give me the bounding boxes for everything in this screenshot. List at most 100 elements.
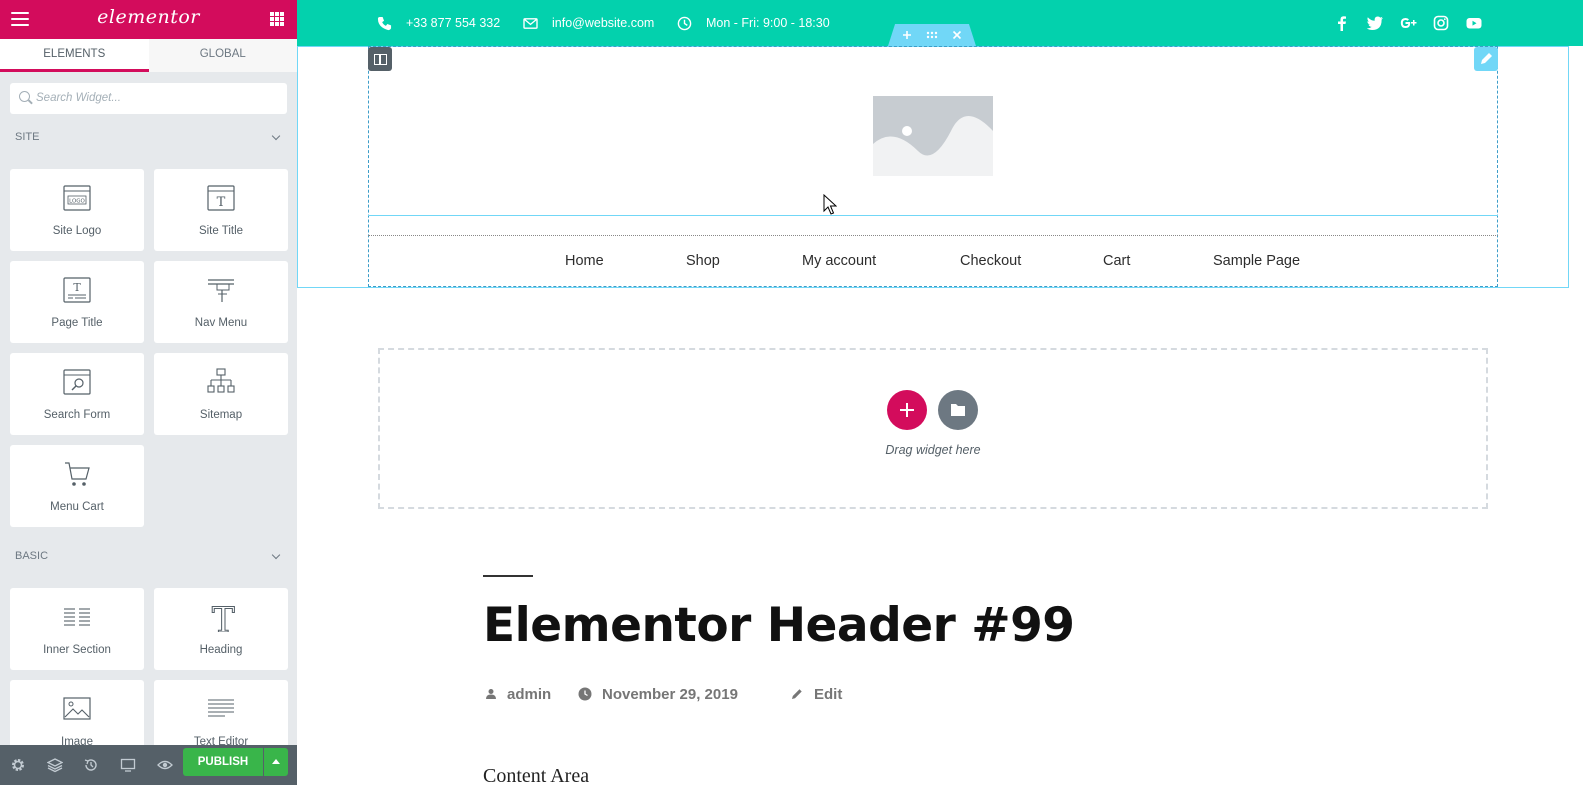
history-icon[interactable] [83,757,99,773]
site-logo-placeholder[interactable] [873,96,993,176]
search-icon [19,91,30,102]
svg-text:T: T [212,601,235,632]
tab-global[interactable]: GLOBAL [148,39,297,72]
widget-label: Inner Section [43,644,111,656]
cart-icon [65,462,90,486]
user-icon [486,689,496,699]
add-section-icon[interactable] [900,28,914,42]
columns-icon [64,608,90,626]
heading-icon: T [211,600,235,632]
widget-inner-section[interactable]: Inner Section [10,588,144,670]
widget-search-form[interactable]: Search Form [10,353,144,435]
clock-icon [677,16,692,30]
preview-canvas: +33 877 554 332 info@website.com Mon - F… [297,0,1583,785]
widget-search [10,83,287,114]
widget-label: Heading [199,644,243,656]
post-author[interactable]: admin [485,685,551,703]
elementor-logo: elementor [97,6,200,28]
add-new-section-button[interactable] [887,390,927,430]
category-site[interactable]: SITE [15,131,285,147]
instagram-icon[interactable] [1432,14,1450,32]
phone-icon [377,16,392,30]
widget-label: Site Title [198,225,244,237]
category-basic[interactable]: BASIC [15,550,285,566]
email-text: info@website.com [552,16,655,30]
folder-icon [951,404,965,416]
svg-text:T: T [217,195,226,210]
google-plus-icon[interactable] [1399,14,1417,32]
date-text: November 29, 2019 [602,685,738,703]
widget-nav-menu[interactable]: Nav Menu [154,261,288,343]
widget-label: Sitemap [199,409,243,421]
chevron-down-icon [271,550,281,560]
nav-item-sample-page[interactable]: Sample Page [1213,253,1300,269]
facebook-icon[interactable] [1333,14,1351,32]
panel-tabs: ELEMENTS GLOBAL [0,39,297,72]
settings-icon[interactable] [10,757,26,773]
responsive-icon[interactable] [120,757,136,773]
post-date[interactable]: November 29, 2019 [578,685,738,703]
publish-options-button[interactable] [264,748,288,776]
search-input[interactable] [36,88,276,108]
svg-text:LOGO: LOGO [69,199,85,205]
youtube-icon[interactable] [1465,14,1483,32]
edit-widget-button[interactable] [1474,47,1498,71]
tab-elements[interactable]: ELEMENTS [0,39,149,72]
page-title: Elementor Header #99 [483,598,1075,653]
widget-sitemap[interactable]: Sitemap [154,353,288,435]
drag-widget-hint: Drag widget here [885,443,981,457]
section-handle [888,24,976,46]
nav-item-cart[interactable]: Cart [1103,253,1130,269]
nav-item-checkout[interactable]: Checkout [960,253,1021,269]
elementor-editor: elementor ELEMENTS GLOBAL SITE LOGO Site… [0,0,1583,785]
apps-grid-icon[interactable] [270,12,284,26]
hours-text: Mon - Fri: 9:00 - 18:30 [706,16,830,30]
nav-item-my-account[interactable]: My account [802,253,876,269]
image-icon [63,697,91,720]
twitter-icon[interactable] [1366,14,1384,32]
widget-label: Menu Cart [50,501,104,513]
topbar-email: info@website.com [523,15,654,31]
widget-label: Page Title [51,317,103,329]
column-handle-icon[interactable] [368,47,392,71]
category-basic-label: BASIC [15,550,49,562]
pencil-icon [792,689,802,699]
widget-page-title[interactable]: T Page Title [10,261,144,343]
nav-item-home[interactable]: Home [565,253,604,269]
drag-handle-icon[interactable] [925,28,939,42]
mouse-cursor-icon [823,194,837,215]
publish-button[interactable]: PUBLISH [183,748,263,776]
post-edit-link[interactable]: Edit [790,685,842,703]
site-logo-icon: LOGO [63,185,91,211]
nav-menu-icon [208,279,234,302]
dotted-divider [368,235,1498,236]
widget-site-title[interactable]: T Site Title [154,169,288,251]
widget-menu-cart[interactable]: Menu Cart [10,445,144,527]
navigator-icon[interactable] [47,757,63,773]
site-title-icon: T [207,185,235,211]
content-area-text: Content Area [483,765,590,785]
widget-label: Site Logo [52,225,102,237]
clock-icon [578,687,592,701]
nav-item-shop[interactable]: Shop [686,253,720,269]
widget-heading[interactable]: T Heading [154,588,288,670]
title-rule [483,575,533,577]
add-section-drop-area[interactable] [378,348,1488,509]
envelope-icon [523,17,538,29]
search-form-icon [63,369,91,395]
phone-text: +33 877 554 332 [406,16,501,30]
widget-site-logo[interactable]: LOGO Site Logo [10,169,144,251]
widget-divider [368,215,1498,216]
text-editor-icon [208,699,234,717]
svg-text:T: T [73,281,81,294]
image-placeholder-icon [873,116,993,176]
preview-icon[interactable] [157,757,173,773]
widget-label: Nav Menu [194,317,248,329]
add-template-button[interactable] [938,390,978,430]
topbar-phone: +33 877 554 332 [377,15,500,31]
sitemap-icon [207,368,235,393]
elementor-panel: elementor ELEMENTS GLOBAL SITE LOGO Site… [0,0,297,785]
widget-label: Search Form [43,409,111,421]
edit-text: Edit [814,685,843,703]
delete-section-icon[interactable] [950,28,964,42]
